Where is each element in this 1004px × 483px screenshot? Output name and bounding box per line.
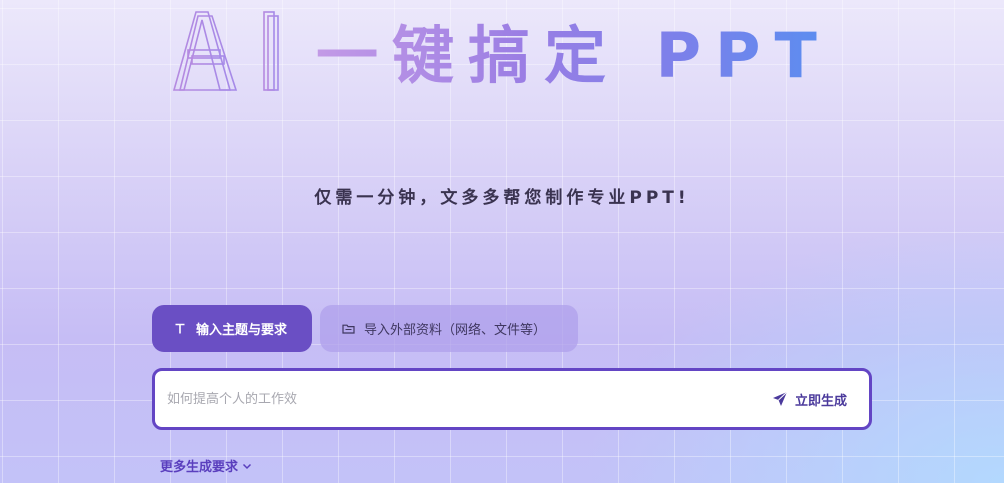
hero-title: 一键搞定 PPT	[316, 19, 831, 92]
generate-button-label: 立即生成	[794, 393, 847, 409]
tab-topic-input[interactable]: 输入主题与要求	[152, 305, 312, 352]
tab-import-material[interactable]: 导入外部资料（网络、文件等）	[320, 305, 578, 352]
tab-import-material-label: 导入外部资料（网络、文件等）	[364, 323, 547, 338]
send-icon	[772, 391, 788, 407]
prompt-box: 立即生成	[152, 368, 872, 430]
generate-button[interactable]: 立即生成	[772, 390, 847, 409]
more-options-label: 更多生成要求	[160, 460, 239, 475]
hero: 一键搞定 PPT	[168, 4, 848, 100]
folder-icon	[340, 321, 356, 337]
text-icon	[172, 321, 188, 337]
more-options-toggle[interactable]: 更多生成要求	[160, 456, 253, 475]
tab-topic-input-label: 输入主题与要求	[196, 323, 288, 338]
ai-logo	[172, 11, 279, 91]
prompt-input[interactable]	[155, 370, 772, 428]
subtitle: 仅需一分钟，文多多帮您制作专业PPT!	[314, 188, 690, 208]
chevron-down-icon	[241, 460, 253, 472]
source-tabs: 输入主题与要求 导入外部资料（网络、文件等）	[152, 305, 578, 352]
